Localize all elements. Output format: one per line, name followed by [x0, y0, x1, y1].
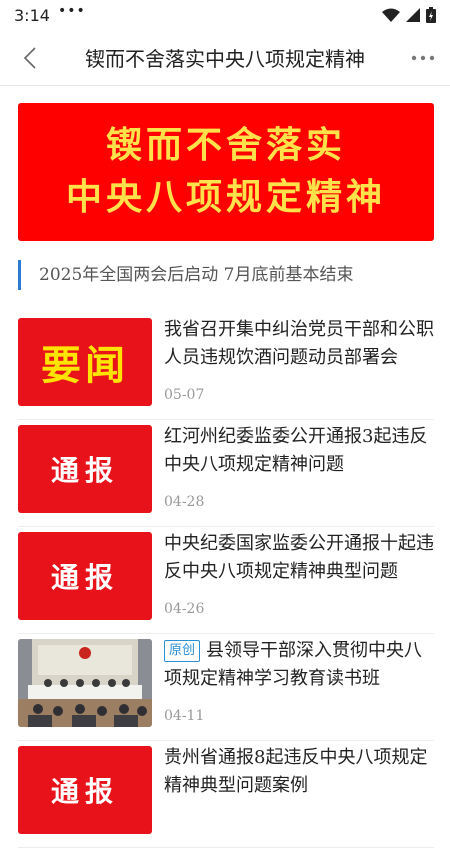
banner-line-1: 锲而不舍落实	[105, 125, 346, 166]
wifi-icon	[382, 8, 400, 22]
news-date: 04-11	[164, 708, 205, 724]
news-date: 05-07	[164, 387, 205, 403]
battery-icon	[426, 7, 436, 23]
news-title: 红河州纪委监委公开通报3起违反中央八项规定精神问题	[164, 426, 428, 475]
news-thumbnail: 通报	[18, 746, 152, 834]
notification-dots: •••	[57, 3, 86, 19]
more-dots-icon	[411, 55, 435, 61]
banner-line-2: 中央八项规定精神	[65, 177, 386, 218]
topic-subtitle: 2025年全国两会后启动 7月底前基本结束	[18, 260, 353, 290]
status-time: 3:14	[14, 5, 50, 25]
nav-bar: 锲而不舍落实中央八项规定精神	[0, 30, 450, 86]
news-date: 04-26	[164, 601, 205, 617]
thumbnail-label: 通报	[50, 561, 119, 594]
news-list: 要闻 我省召开集中纠治党员干部和公职人员违规饮酒问题动员部署会 05-07 通报…	[18, 313, 434, 848]
signal-icon	[406, 8, 420, 22]
original-tag: 原创	[164, 640, 201, 662]
news-title: 贵州省通报8起违反中央八项规定精神典型问题案例	[164, 747, 428, 796]
thumbnail-label: 要闻	[41, 343, 129, 389]
news-item[interactable]: 通报 中央纪委国家监委公开通报十起违反中央八项规定精神典型问题 04-26	[18, 527, 434, 634]
meeting-photo	[18, 639, 152, 727]
chevron-left-icon	[23, 47, 36, 69]
thumbnail-label: 通报	[50, 454, 119, 487]
back-button[interactable]	[16, 44, 44, 72]
more-button[interactable]	[408, 44, 438, 72]
news-date: 04-28	[164, 494, 205, 510]
news-thumbnail: 通报	[18, 532, 152, 620]
news-title: 原创 县领导干部深入贯彻中央八项规定精神学习教育读书班	[164, 637, 434, 693]
topic-banner: 锲而不舍落实 中央八项规定精神	[18, 103, 434, 241]
page-title: 锲而不舍落实中央八项规定精神	[85, 47, 365, 71]
thumbnail-label: 通报	[50, 775, 119, 808]
status-icons	[382, 7, 436, 23]
status-bar: 3:14 •••	[0, 0, 450, 30]
news-item[interactable]: 通报 贵州省通报8起违反中央八项规定精神典型问题案例	[18, 741, 434, 848]
news-item[interactable]: 要闻 我省召开集中纠治党员干部和公职人员违规饮酒问题动员部署会 05-07	[18, 313, 434, 420]
news-title-text: 县领导干部深入贯彻中央八项规定精神学习教育读书班	[164, 640, 423, 689]
news-thumbnail-photo	[18, 639, 152, 727]
news-title: 我省召开集中纠治党员干部和公职人员违规饮酒问题动员部署会	[164, 319, 434, 368]
news-title: 中央纪委国家监委公开通报十起违反中央八项规定精神典型问题	[164, 533, 434, 582]
news-item[interactable]: 通报 红河州纪委监委公开通报3起违反中央八项规定精神问题 04-28	[18, 420, 434, 527]
news-thumbnail: 要闻	[18, 318, 152, 406]
news-thumbnail: 通报	[18, 425, 152, 513]
news-item[interactable]: 原创 县领导干部深入贯彻中央八项规定精神学习教育读书班 04-11	[18, 634, 434, 741]
status-left: 3:14 •••	[14, 3, 86, 25]
